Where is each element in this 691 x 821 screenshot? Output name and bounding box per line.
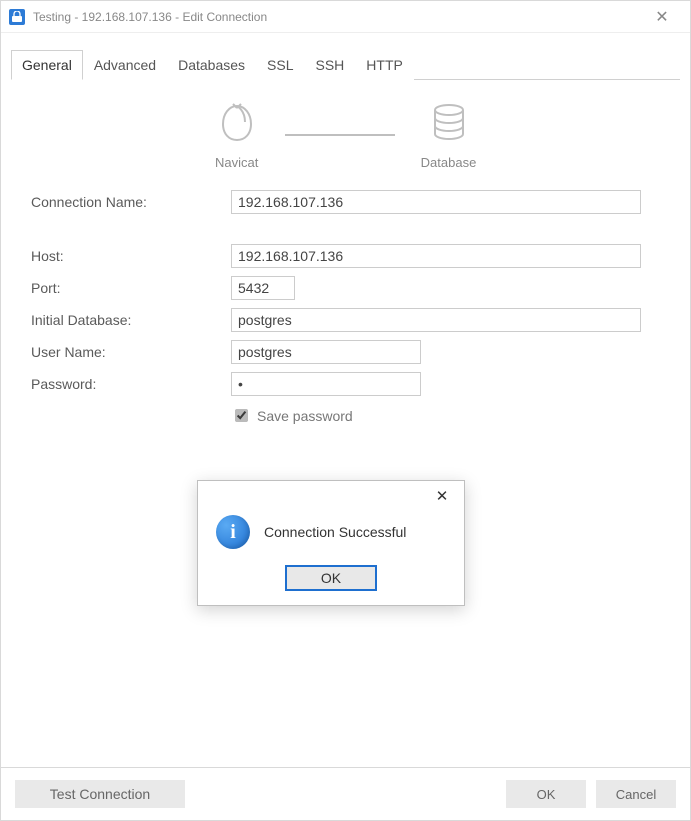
tab-http[interactable]: HTTP <box>355 50 414 80</box>
tab-databases[interactable]: Databases <box>167 50 256 80</box>
window-close-button[interactable]: ✕ <box>642 1 682 33</box>
port-input[interactable] <box>231 276 295 300</box>
database-icon <box>427 100 471 147</box>
connection-name-input[interactable] <box>231 190 641 214</box>
info-icon <box>216 515 250 549</box>
connection-diagram: Navicat Database <box>11 100 680 170</box>
ok-button[interactable]: OK <box>506 780 586 808</box>
diagram-left-label: Navicat <box>215 155 258 170</box>
test-connection-button[interactable]: Test Connection <box>15 780 185 808</box>
port-label: Port: <box>31 280 231 296</box>
dialog-close-button[interactable]: ✕ <box>428 482 456 510</box>
content-area: General Advanced Databases SSL SSH HTTP <box>1 33 690 767</box>
dialog-message: Connection Successful <box>264 524 406 540</box>
navicat-icon <box>215 100 259 147</box>
initial-database-label: Initial Database: <box>31 312 231 328</box>
edit-connection-window: Testing - 192.168.107.136 - Edit Connect… <box>0 0 691 821</box>
initial-database-input[interactable] <box>231 308 641 332</box>
diagram-node-database: Database <box>421 100 477 170</box>
titlebar: Testing - 192.168.107.136 - Edit Connect… <box>1 1 690 33</box>
cancel-button[interactable]: Cancel <box>596 780 676 808</box>
password-label: Password: <box>31 376 231 392</box>
dialog-titlebar: ✕ <box>198 481 464 511</box>
connection-form: Connection Name: Host: Port: Initial Dat… <box>11 190 680 425</box>
user-name-input[interactable] <box>231 340 421 364</box>
dialog-ok-button[interactable]: OK <box>285 565 377 591</box>
footer: Test Connection OK Cancel <box>1 767 690 820</box>
diagram-node-navicat: Navicat <box>215 100 259 170</box>
tab-advanced[interactable]: Advanced <box>83 50 167 80</box>
tab-bar: General Advanced Databases SSL SSH HTTP <box>11 49 680 79</box>
tab-panel-general: Navicat Database <box>11 79 680 767</box>
tab-ssl[interactable]: SSL <box>256 50 304 80</box>
window-title: Testing - 192.168.107.136 - Edit Connect… <box>33 10 267 24</box>
connection-name-label: Connection Name: <box>31 194 231 210</box>
tab-ssh[interactable]: SSH <box>305 50 356 80</box>
tab-general[interactable]: General <box>11 50 83 80</box>
message-dialog: ✕ Connection Successful OK <box>197 480 465 606</box>
password-input[interactable] <box>231 372 421 396</box>
diagram-connector-line <box>285 134 395 136</box>
host-input[interactable] <box>231 244 641 268</box>
save-password-checkbox[interactable] <box>235 409 248 422</box>
app-icon <box>9 9 25 25</box>
host-label: Host: <box>31 248 231 264</box>
user-name-label: User Name: <box>31 344 231 360</box>
save-password-label: Save password <box>257 408 353 424</box>
diagram-right-label: Database <box>421 155 477 170</box>
